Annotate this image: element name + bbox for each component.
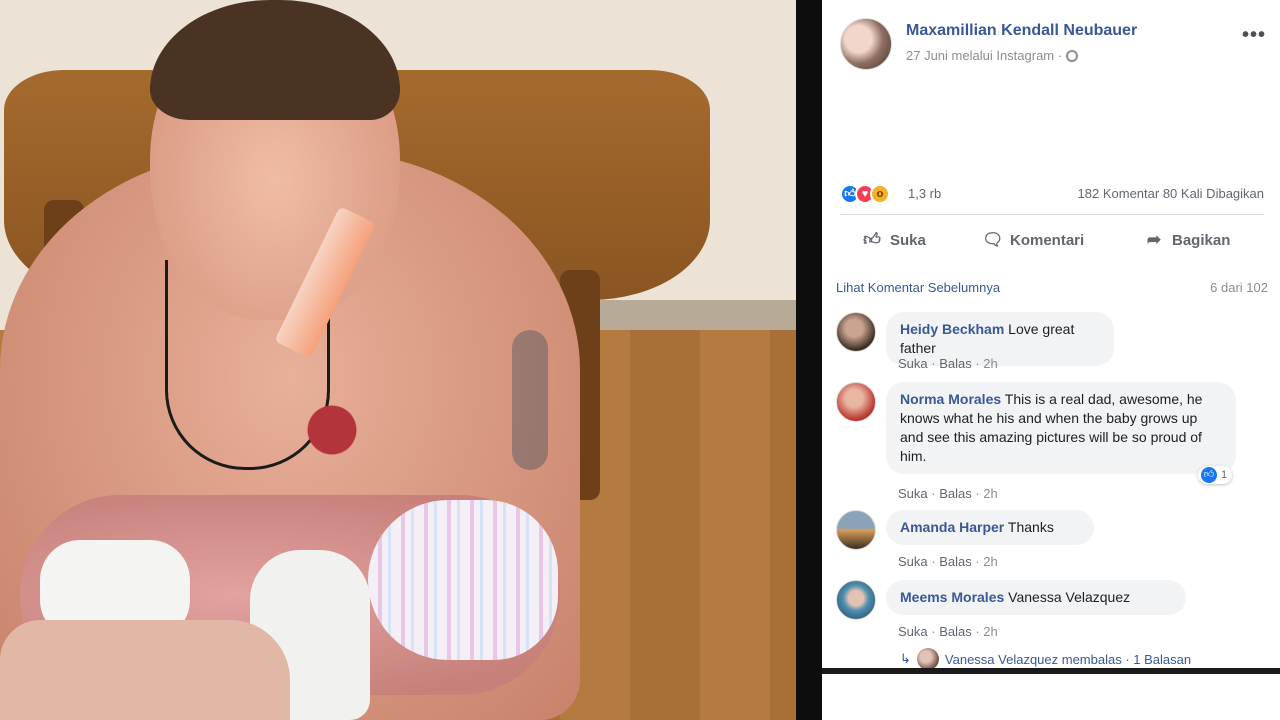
commenter-name[interactable]: Norma Morales [900, 391, 1001, 407]
comment-actions: Suka · Balas · 2h [898, 554, 998, 569]
comment-text: Thanks [1007, 519, 1054, 535]
comment-time[interactable]: 2h [983, 356, 997, 371]
comment-like-link[interactable]: Suka [898, 624, 928, 639]
comment-bubble: Amanda Harper Thanks [886, 510, 1094, 545]
like-label: Suka [890, 231, 926, 249]
comment-reply-link[interactable]: Balas [939, 486, 972, 501]
commenter-avatar[interactable] [836, 510, 876, 550]
commenter-name[interactable]: Amanda Harper [900, 519, 1004, 535]
share-label: Bagikan [1172, 231, 1231, 249]
photo-arm [0, 620, 290, 720]
comment-bubble: Meems Morales Vanessa Velazquez [886, 580, 1186, 615]
comment-time[interactable]: 2h [983, 554, 997, 569]
reaction-icons[interactable]: 👍︎ ♥ o [840, 184, 906, 204]
share-arrow-icon: ➦ [1146, 230, 1162, 249]
comment-bubble: Norma Morales This is a real dad, awesom… [886, 382, 1236, 474]
photo-chest-tattoo [292, 395, 372, 465]
commenter-avatar[interactable] [836, 312, 876, 352]
post-header: Maxamillian Kendall Neubauer 27 Juni mel… [840, 18, 1270, 74]
comment-like-count: 1 [1221, 469, 1228, 481]
post-panel: Maxamillian Kendall Neubauer 27 Juni mel… [822, 0, 1280, 670]
comment-actions: Suka · Balas · 2h [898, 486, 998, 501]
more-options-icon[interactable]: ••• [1242, 24, 1266, 47]
post-photo[interactable] [0, 0, 796, 720]
comment-mention[interactable]: Vanessa Velazquez [1008, 589, 1130, 605]
reaction-count[interactable]: 1,3 rb [908, 186, 941, 201]
commenter-name[interactable]: Heidy Beckham [900, 321, 1004, 337]
photo-arm-tattoo [512, 330, 548, 470]
like-button[interactable]: 👍︎ Suka [862, 222, 926, 258]
comment-reply-link[interactable]: Balas [939, 624, 972, 639]
comment-actions: Suka · Balas · 2h [898, 624, 998, 639]
comments-section: Lihat Komentar Sebelumnya 6 dari 102 Hei… [822, 268, 1280, 670]
wow-icon: o [870, 184, 890, 204]
post-meta: 27 Juni melalui Instagram · [906, 48, 1079, 63]
separator [840, 214, 1264, 215]
reaction-summary: 👍︎ ♥ o 1,3 rb 182 Komentar 80 Kali Dibag… [840, 182, 1270, 206]
reply-avatar [916, 648, 939, 670]
screenshot-frame: Maxamillian Kendall Neubauer 27 Juni mel… [0, 0, 1280, 720]
commenter-avatar[interactable] [836, 382, 876, 422]
author-name[interactable]: Maxamillian Kendall Neubauer [906, 22, 1137, 40]
like-icon: 👍︎ [1201, 467, 1217, 483]
comment-like-link[interactable]: Suka [898, 356, 928, 371]
commenter-name[interactable]: Meems Morales [900, 589, 1004, 605]
comment-like-link[interactable]: Suka [898, 554, 928, 569]
comment-reply-link[interactable]: Balas [939, 554, 972, 569]
comment-like-badge[interactable]: 👍︎ 1 [1198, 466, 1233, 484]
post-meta-text[interactable]: 27 Juni melalui Instagram · [906, 48, 1062, 63]
view-previous-comments-link[interactable]: Lihat Komentar Sebelumnya [836, 280, 1000, 295]
reply-arrow-icon: ↳ [900, 651, 911, 666]
panel-footer [822, 674, 1280, 720]
globe-icon [1066, 49, 1079, 62]
share-button[interactable]: ➦ Bagikan [1144, 222, 1230, 258]
speech-bubble-icon: 🗨︎ [982, 230, 1004, 249]
comments-shares-count[interactable]: 182 Komentar 80 Kali Dibagikan [1078, 186, 1264, 201]
comment-like-link[interactable]: Suka [898, 486, 928, 501]
thumbs-up-icon: 👍︎ [863, 230, 881, 249]
author-avatar[interactable] [840, 18, 892, 70]
comment-time[interactable]: 2h [983, 486, 997, 501]
reply-summary: Vanessa Velazquez membalas · 1 Balasan [944, 651, 1192, 667]
comment-actions: Suka · Balas · 2h [898, 356, 998, 371]
comment-label: Komentari [1010, 231, 1085, 249]
comment-time[interactable]: 2h [983, 624, 997, 639]
photo-divider [796, 0, 822, 720]
comment-reply-link[interactable]: Balas [939, 356, 972, 371]
comment-button[interactable]: 🗨︎ Komentari [982, 222, 1084, 258]
commenter-avatar[interactable] [836, 580, 876, 620]
post-actions: 👍︎ Suka 🗨︎ Komentari ➦ Bagikan [840, 222, 1270, 258]
photo-baby-hat [368, 500, 558, 660]
comments-count: 6 dari 102 [1210, 280, 1268, 295]
view-replies-link[interactable]: ↳ Vanessa Velazquez membalas · 1 Balasan [900, 648, 1191, 670]
